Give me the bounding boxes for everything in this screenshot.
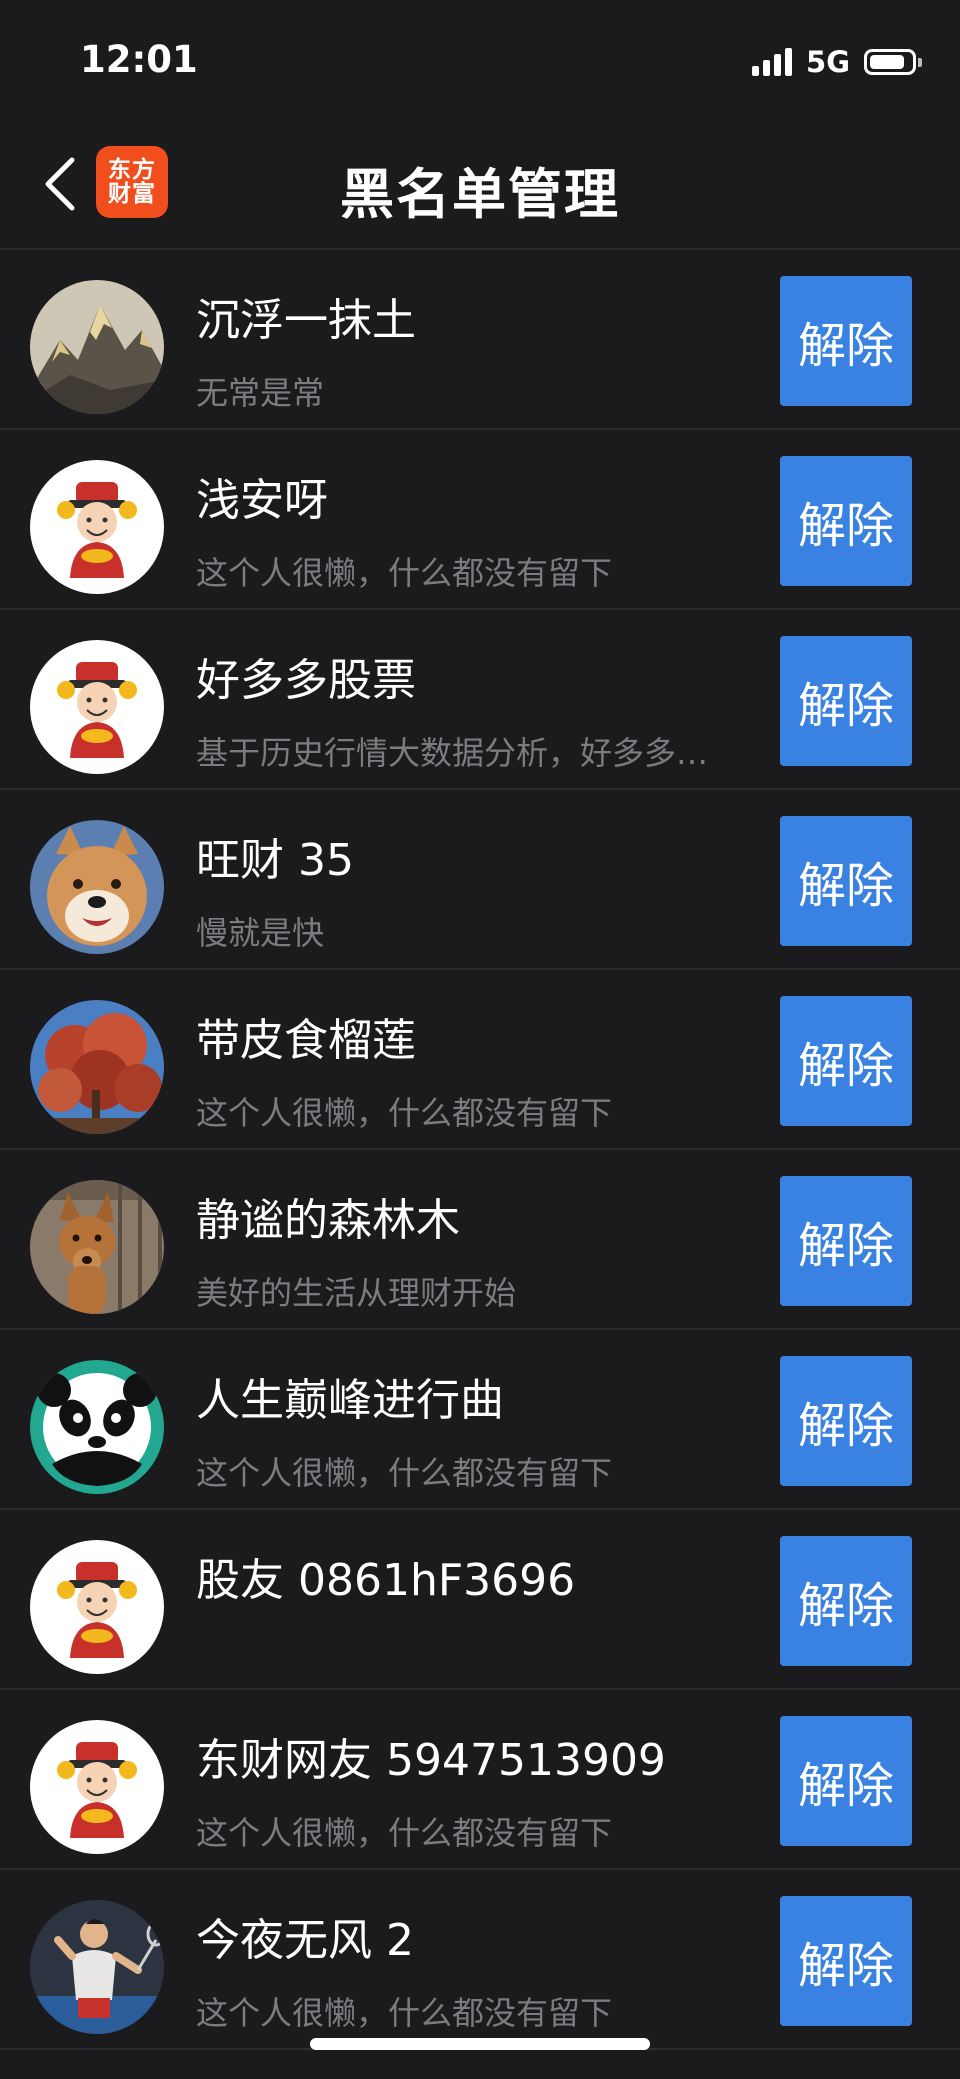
remove-button[interactable]: 解除 <box>780 276 912 406</box>
list-item: 沉浮一抹土 无常是常 解除 <box>0 250 960 430</box>
user-bio: 无常是常 <box>196 374 325 412</box>
user-bio: 这个人很懒，什么都没有留下 <box>196 1814 613 1852</box>
user-name[interactable]: 沉浮一抹土 <box>196 284 736 348</box>
status-time: 12:01 <box>80 38 198 81</box>
remove-button[interactable]: 解除 <box>780 1536 912 1666</box>
list-item: 股友 0861hF3696 解除 <box>0 1510 960 1690</box>
signal-icon <box>752 48 793 76</box>
user-bio: 这个人很懒，什么都没有留下 <box>196 1994 613 2032</box>
status-indicators: 5G <box>752 44 922 80</box>
remove-button[interactable]: 解除 <box>780 456 912 586</box>
avatar-fortune-god[interactable] <box>30 460 164 594</box>
user-name[interactable]: 好多多股票 <box>196 644 736 708</box>
avatar-mountain[interactable] <box>30 280 164 414</box>
list-item: 旺财 35 慢就是快 解除 <box>0 790 960 970</box>
list-item: 东财网友 5947513909 这个人很懒，什么都没有留下 解除 <box>0 1690 960 1870</box>
blacklist: 沉浮一抹土 无常是常 解除 浅安呀 这个人很懒，什么都没有留下 解除 好多多股票… <box>0 250 960 2050</box>
home-indicator[interactable] <box>310 2038 650 2050</box>
battery-level <box>870 55 904 69</box>
user-name[interactable]: 东财网友 5947513909 <box>196 1724 736 1788</box>
remove-button[interactable]: 解除 <box>780 1176 912 1306</box>
list-item: 带皮食榴莲 这个人很懒，什么都没有留下 解除 <box>0 970 960 1150</box>
user-name[interactable]: 今夜无风 2 <box>196 1904 736 1968</box>
user-bio: 慢就是快 <box>196 914 325 952</box>
avatar-autumn-tree[interactable] <box>30 1000 164 1134</box>
list-item: 浅安呀 这个人很懒，什么都没有留下 解除 <box>0 430 960 610</box>
avatar-badminton-player[interactable] <box>30 1900 164 2034</box>
network-label: 5G <box>806 45 850 79</box>
avatar-fortune-god[interactable] <box>30 1540 164 1674</box>
user-name[interactable]: 股友 0861hF3696 <box>196 1544 736 1608</box>
user-bio: 这个人很懒，什么都没有留下 <box>196 554 613 592</box>
page-title: 黑名单管理 <box>340 163 620 226</box>
nav-bar: 东方 财富 黑名单管理 <box>0 120 960 250</box>
battery-icon <box>864 49 922 75</box>
user-name[interactable]: 浅安呀 <box>196 464 736 528</box>
avatar-fortune-god[interactable] <box>30 640 164 774</box>
remove-button[interactable]: 解除 <box>780 816 912 946</box>
avatar-fortune-god[interactable] <box>30 1720 164 1854</box>
user-name[interactable]: 人生巅峰进行曲 <box>196 1364 736 1428</box>
user-name[interactable]: 带皮食榴莲 <box>196 1004 736 1068</box>
avatar-panda[interactable] <box>30 1360 164 1494</box>
user-bio: 这个人很懒，什么都没有留下 <box>196 1454 613 1492</box>
remove-button[interactable]: 解除 <box>780 1896 912 2026</box>
status-bar: 12:01 5G <box>0 0 960 120</box>
remove-button[interactable]: 解除 <box>780 636 912 766</box>
user-bio: 这个人很懒，什么都没有留下 <box>196 1094 613 1132</box>
user-bio: 美好的生活从理财开始 <box>196 1274 517 1312</box>
list-item: 今夜无风 2 这个人很懒，什么都没有留下 解除 <box>0 1870 960 2050</box>
list-item: 人生巅峰进行曲 这个人很懒，什么都没有留下 解除 <box>0 1330 960 1510</box>
avatar-brown-dog[interactable] <box>30 1180 164 1314</box>
remove-button[interactable]: 解除 <box>780 1716 912 1846</box>
list-item: 好多多股票 基于历史行情大数据分析，好多多股票 解除 <box>0 610 960 790</box>
user-name[interactable]: 静谧的森林木 <box>196 1184 736 1248</box>
user-bio: 基于历史行情大数据分析，好多多股票 <box>196 734 736 772</box>
remove-button[interactable]: 解除 <box>780 996 912 1126</box>
remove-button[interactable]: 解除 <box>780 1356 912 1486</box>
avatar-shiba-dog[interactable] <box>30 820 164 954</box>
list-item: 静谧的森林木 美好的生活从理财开始 解除 <box>0 1150 960 1330</box>
user-name[interactable]: 旺财 35 <box>196 824 736 888</box>
